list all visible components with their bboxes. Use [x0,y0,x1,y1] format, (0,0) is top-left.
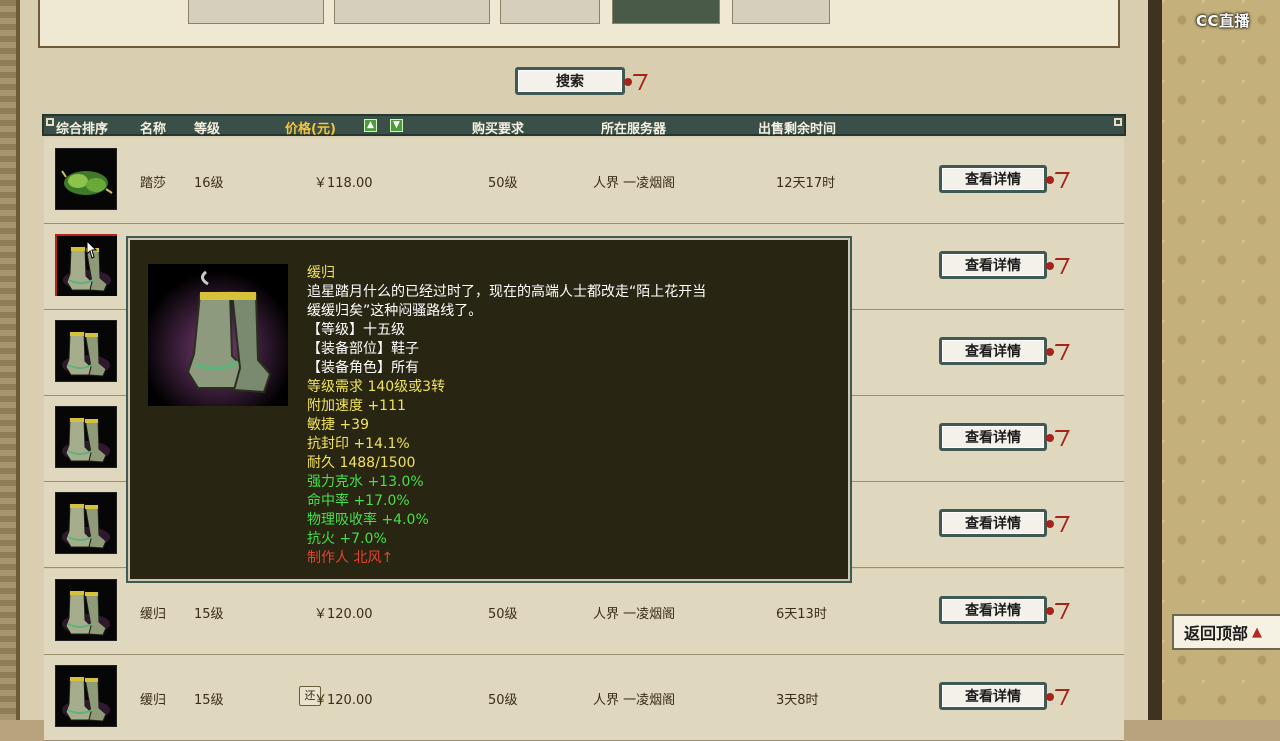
corner-ornament-icon [1114,118,1122,126]
tassel-icon [1046,428,1066,446]
item-server: 人界 一凌烟阁 [593,607,676,622]
item-thumbnail[interactable] [55,492,117,554]
header-sort-overall[interactable]: 综合排序 [56,118,108,137]
header-name: 名称 [140,122,167,137]
item-requirement: 50级 [488,176,518,191]
filter-button-3[interactable] [500,0,600,24]
header-requirement: 购买要求 [472,122,525,137]
tooltip-line: 缓缓归矣”这种闷骚路线了。 [307,303,483,319]
view-details-button[interactable]: 查看详情 [939,251,1047,279]
item-thumbnail[interactable] [55,579,117,641]
view-details-label: 查看详情 [965,516,1021,532]
view-details-button[interactable]: 查看详情 [939,682,1047,710]
item-price: ￥120.00 [314,693,373,708]
filter-button-4[interactable] [612,0,720,24]
search-button[interactable]: 搜索 [515,67,625,95]
cc-live-logo: CC直播 [1196,12,1251,30]
tooltip-line: 附加速度 +111 [307,398,406,414]
header-server: 所在服务器 [601,122,667,137]
mouse-cursor-icon [86,240,98,259]
tassel-icon [1046,601,1066,619]
view-details-label: 查看详情 [965,344,1021,360]
table-row: 踏莎 16级 ￥118.00 50级 人界 一凌烟阁 12天17时 查看详情 [44,138,1124,224]
view-details-label: 查看详情 [965,430,1021,446]
back-to-top-button[interactable]: 返回顶部 ▲ [1172,614,1280,650]
tooltip-line: 敏捷 +39 [307,417,369,433]
item-level: 15级 [194,607,224,622]
item-attribute-list: 缓归追星踏月什么的已经过时了，现在的高端人士都改走“陌上花开当 缓缓归矣”这种闷骚… [307,264,827,568]
filter-button-1[interactable] [188,0,324,24]
item-thumbnail[interactable] [55,148,117,210]
view-details-button[interactable]: 查看详情 [939,596,1047,624]
tassel-icon [624,72,644,90]
item-thumbnail[interactable] [55,665,117,727]
arrow-up-icon: ▲ [1252,624,1263,640]
tooltip-line: 【等级】十五级 [307,322,405,338]
tooltip-line: 抗火 +7.0% [307,531,387,547]
sort-price-asc-icon[interactable]: ▲ [364,119,377,132]
header-level: 等级 [194,122,221,137]
table-row: 缓归 15级 还 ￥120.00 50级 人界 一凌烟阁 3天8时 查看详情 [44,655,1124,741]
view-details-button[interactable]: 查看详情 [939,165,1047,193]
left-border [0,0,16,720]
tooltip-line: 耐久 1488/1500 [307,455,416,471]
sort-price-desc-icon[interactable]: ▼ [390,119,403,132]
tassel-icon [1046,170,1066,188]
results-table-header: 综合排序 名称 等级 价格(元) ▲ ▼ 购买要求 所在服务器 出售剩余时间 [42,114,1126,137]
table-row: 缓归 15级 ￥120.00 50级 人界 一凌烟阁 6天13时 查看详情 [44,569,1124,655]
tooltip-line: 强力克水 +13.0% [307,474,424,490]
header-time-left: 出售剩余时间 [758,122,837,137]
tooltip-line: 制作人 北风↑ [307,550,394,566]
view-details-label: 查看详情 [965,258,1021,274]
tooltip-line: 【装备部位】鞋子 [307,341,419,357]
corner-ornament-icon [46,118,54,126]
tooltip-line: 命中率 +17.0% [307,493,410,509]
item-price: ￥120.00 [314,607,373,622]
item-requirement: 50级 [488,693,518,708]
view-details-label: 查看详情 [965,603,1021,619]
tooltip-line: 抗封印 +14.1% [307,436,410,452]
tassel-icon [1046,514,1066,532]
search-button-label: 搜索 [556,74,584,90]
tooltip-line: 等级需求 140级或3转 [307,379,446,395]
item-price: ￥118.00 [314,176,373,191]
item-level: 15级 [194,693,224,708]
item-level: 16级 [194,176,224,191]
item-server: 人界 一凌烟阁 [593,693,676,708]
view-details-label: 查看详情 [965,172,1021,188]
item-thumbnail[interactable] [55,320,117,382]
item-name[interactable]: 踏莎 [140,172,166,191]
back-to-top-label: 返回顶部 [1184,624,1249,643]
tooltip-line: 缓归 [307,265,335,281]
view-details-button[interactable]: 查看详情 [939,423,1047,451]
item-name[interactable]: 缓归 [140,689,166,708]
right-border [1148,0,1162,720]
filter-button-2[interactable] [334,0,490,24]
item-boots-image [148,264,288,406]
item-time-left: 12天17时 [776,176,836,191]
right-background [1162,0,1280,720]
item-requirement: 50级 [488,607,518,622]
filter-button-5[interactable] [732,0,830,24]
filter-panel [38,0,1120,48]
view-details-button[interactable]: 查看详情 [939,509,1047,537]
item-time-left: 6天13时 [776,607,827,622]
tassel-icon [1046,256,1066,274]
item-thumbnail[interactable] [55,406,117,468]
item-name[interactable]: 缓归 [140,603,166,622]
tooltip-line: 物理吸收率 +4.0% [307,512,429,528]
header-price: 价格(元) [285,122,336,137]
view-details-label: 查看详情 [965,689,1021,705]
item-server: 人界 一凌烟阁 [593,176,676,191]
view-details-button[interactable]: 查看详情 [939,337,1047,365]
tooltip-line: 追星踏月什么的已经过时了，现在的高端人士都改走“陌上花开当 [307,284,707,300]
item-tooltip: 缓归追星踏月什么的已经过时了，现在的高端人士都改走“陌上花开当 缓缓归矣”这种闷骚… [128,238,850,581]
tooltip-line: 【装备角色】所有 [307,360,419,376]
tassel-icon [1046,342,1066,360]
item-time-left: 3天8时 [776,693,819,708]
tassel-icon [1046,687,1066,705]
